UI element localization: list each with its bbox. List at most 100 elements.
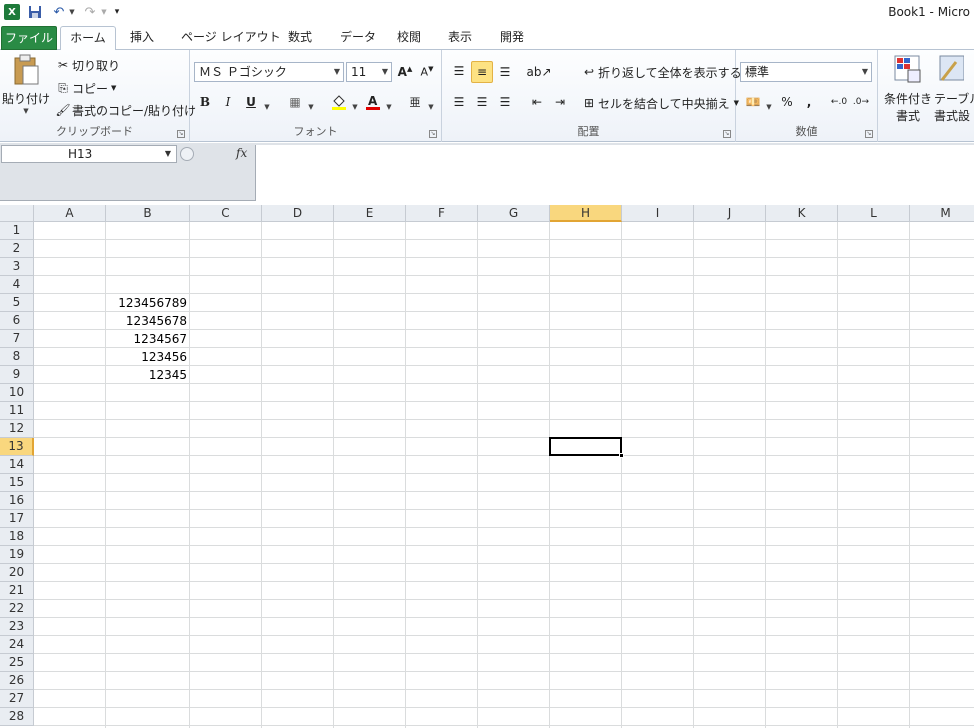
tab-file[interactable]: ファイル xyxy=(1,26,57,50)
row-header-5[interactable]: 5 xyxy=(0,294,34,312)
increase-decimal-button[interactable]: ←.0 xyxy=(828,91,850,113)
alignment-launcher-icon[interactable]: ↘ xyxy=(723,130,731,138)
column-header-i[interactable]: I xyxy=(622,205,694,222)
number-launcher-icon[interactable]: ↘ xyxy=(865,130,873,138)
row-header-12[interactable]: 12 xyxy=(0,420,34,438)
column-header-m[interactable]: M xyxy=(910,205,974,222)
currency-dropdown-icon[interactable]: ▼ xyxy=(765,99,773,115)
row-header-16[interactable]: 16 xyxy=(0,492,34,510)
align-right-button[interactable]: ☰ xyxy=(494,91,516,113)
border-button[interactable]: ▦ xyxy=(284,91,306,113)
decrease-decimal-button[interactable]: .0→ xyxy=(850,91,872,113)
font-color-button[interactable]: A xyxy=(362,91,384,113)
save-icon[interactable] xyxy=(27,4,43,20)
border-dropdown-icon[interactable]: ▼ xyxy=(307,99,315,115)
row-header-4[interactable]: 4 xyxy=(0,276,34,294)
row-header-20[interactable]: 20 xyxy=(0,564,34,582)
column-header-k[interactable]: K xyxy=(766,205,838,222)
cell-b7[interactable]: 1234567 xyxy=(106,330,190,348)
row-header-6[interactable]: 6 xyxy=(0,312,34,330)
row-header-17[interactable]: 17 xyxy=(0,510,34,528)
worksheet-grid[interactable]: A B C D E F G H I J K L M 1 2 3 4 5 6 7 8 9 10 11 12 13 14 15 16 17 18… xyxy=(0,205,974,728)
font-name-combo[interactable]: ＭＳ Ｐゴシック ▼ xyxy=(194,62,344,82)
column-header-e[interactable]: E xyxy=(334,205,406,222)
column-header-h[interactable]: H xyxy=(550,205,622,222)
clipboard-launcher-icon[interactable]: ↘ xyxy=(177,130,185,138)
font-name-dropdown-icon[interactable]: ▼ xyxy=(334,63,340,81)
phonetic-dropdown-icon[interactable]: ▼ xyxy=(427,99,435,115)
row-header-3[interactable]: 3 xyxy=(0,258,34,276)
font-size-dropdown-icon[interactable]: ▼ xyxy=(382,63,388,81)
fill-handle[interactable] xyxy=(619,453,624,458)
tab-insert[interactable]: 挿入 xyxy=(124,26,160,50)
row-header-23[interactable]: 23 xyxy=(0,618,34,636)
format-as-table-button[interactable]: テーブル 書式設 xyxy=(934,54,974,124)
row-header-8[interactable]: 8 xyxy=(0,348,34,366)
fill-color-button[interactable] xyxy=(328,91,350,113)
row-header-27[interactable]: 27 xyxy=(0,690,34,708)
underline-dropdown-icon[interactable]: ▼ xyxy=(263,99,271,115)
customize-toolbar-icon[interactable]: ▾ xyxy=(112,4,122,20)
cell-b6[interactable]: 12345678 xyxy=(106,312,190,330)
undo-icon[interactable]: ↶ xyxy=(52,4,66,20)
cell-b5[interactable]: 123456789 xyxy=(106,294,190,312)
grow-font-button[interactable]: A▲ xyxy=(394,61,416,83)
formula-input[interactable] xyxy=(255,145,974,201)
cell-b8[interactable]: 123456 xyxy=(106,348,190,366)
row-header-25[interactable]: 25 xyxy=(0,654,34,672)
align-center-button[interactable]: ☰ xyxy=(471,91,493,113)
merge-center-button[interactable]: ⊞ セルを結合して中央揃え ▼ xyxy=(580,94,739,112)
name-box-dropdown-icon[interactable]: ▼ xyxy=(165,146,171,162)
percent-button[interactable]: % xyxy=(776,91,798,113)
cell-b9[interactable]: 12345 xyxy=(106,366,190,384)
shrink-font-button[interactable]: A▼ xyxy=(416,61,438,83)
tab-developer[interactable]: 開発 xyxy=(494,26,530,50)
format-painter-button[interactable]: 🖌 書式のコピー/貼り付け xyxy=(54,101,196,119)
comma-button[interactable]: , xyxy=(798,91,820,113)
currency-button[interactable]: 💴 xyxy=(742,91,764,113)
row-header-15[interactable]: 15 xyxy=(0,474,34,492)
row-header-14[interactable]: 14 xyxy=(0,456,34,474)
tab-home[interactable]: ホーム xyxy=(60,26,116,51)
conditional-formatting-button[interactable]: 条件付き 書式 xyxy=(882,54,934,124)
font-color-dropdown-icon[interactable]: ▼ xyxy=(385,99,393,115)
tab-data[interactable]: データ xyxy=(334,26,382,50)
tab-formulas[interactable]: 数式 xyxy=(282,26,318,50)
column-header-c[interactable]: C xyxy=(190,205,262,222)
tab-page-layout[interactable]: ページ レイアウト xyxy=(175,26,287,50)
font-launcher-icon[interactable]: ↘ xyxy=(429,130,437,138)
insert-function-icon[interactable]: fx xyxy=(236,146,247,160)
redo-icon[interactable]: ↷ xyxy=(83,4,97,20)
column-header-l[interactable]: L xyxy=(838,205,910,222)
undo-dropdown-icon[interactable]: ▼ xyxy=(68,4,76,20)
active-cell-outline[interactable] xyxy=(549,437,622,456)
align-middle-button[interactable]: ≡ xyxy=(471,61,493,83)
paste-button[interactable]: 貼り付け ▼ xyxy=(2,54,50,126)
column-header-d[interactable]: D xyxy=(262,205,334,222)
column-header-b[interactable]: B xyxy=(106,205,190,222)
select-all-corner[interactable] xyxy=(0,205,34,222)
column-header-f[interactable]: F xyxy=(406,205,478,222)
bold-button[interactable]: B xyxy=(194,91,216,113)
column-header-a[interactable]: A xyxy=(34,205,106,222)
row-header-10[interactable]: 10 xyxy=(0,384,34,402)
row-header-13[interactable]: 13 xyxy=(0,438,34,456)
row-header-19[interactable]: 19 xyxy=(0,546,34,564)
phonetic-button[interactable]: 亜 xyxy=(404,91,426,113)
orientation-button[interactable]: ab↗ xyxy=(526,61,551,83)
row-header-21[interactable]: 21 xyxy=(0,582,34,600)
number-format-dropdown-icon[interactable]: ▼ xyxy=(862,63,868,81)
align-top-button[interactable]: ☰ xyxy=(448,60,470,82)
row-header-1[interactable]: 1 xyxy=(0,222,34,240)
row-header-9[interactable]: 9 xyxy=(0,366,34,384)
column-header-g[interactable]: G xyxy=(478,205,550,222)
row-header-26[interactable]: 26 xyxy=(0,672,34,690)
row-header-24[interactable]: 24 xyxy=(0,636,34,654)
row-header-28[interactable]: 28 xyxy=(0,708,34,726)
row-header-18[interactable]: 18 xyxy=(0,528,34,546)
tab-view[interactable]: 表示 xyxy=(442,26,478,50)
name-box[interactable]: H13 ▼ xyxy=(1,145,177,163)
column-header-j[interactable]: J xyxy=(694,205,766,222)
number-format-combo[interactable]: 標準 ▼ xyxy=(740,62,872,82)
row-header-11[interactable]: 11 xyxy=(0,402,34,420)
